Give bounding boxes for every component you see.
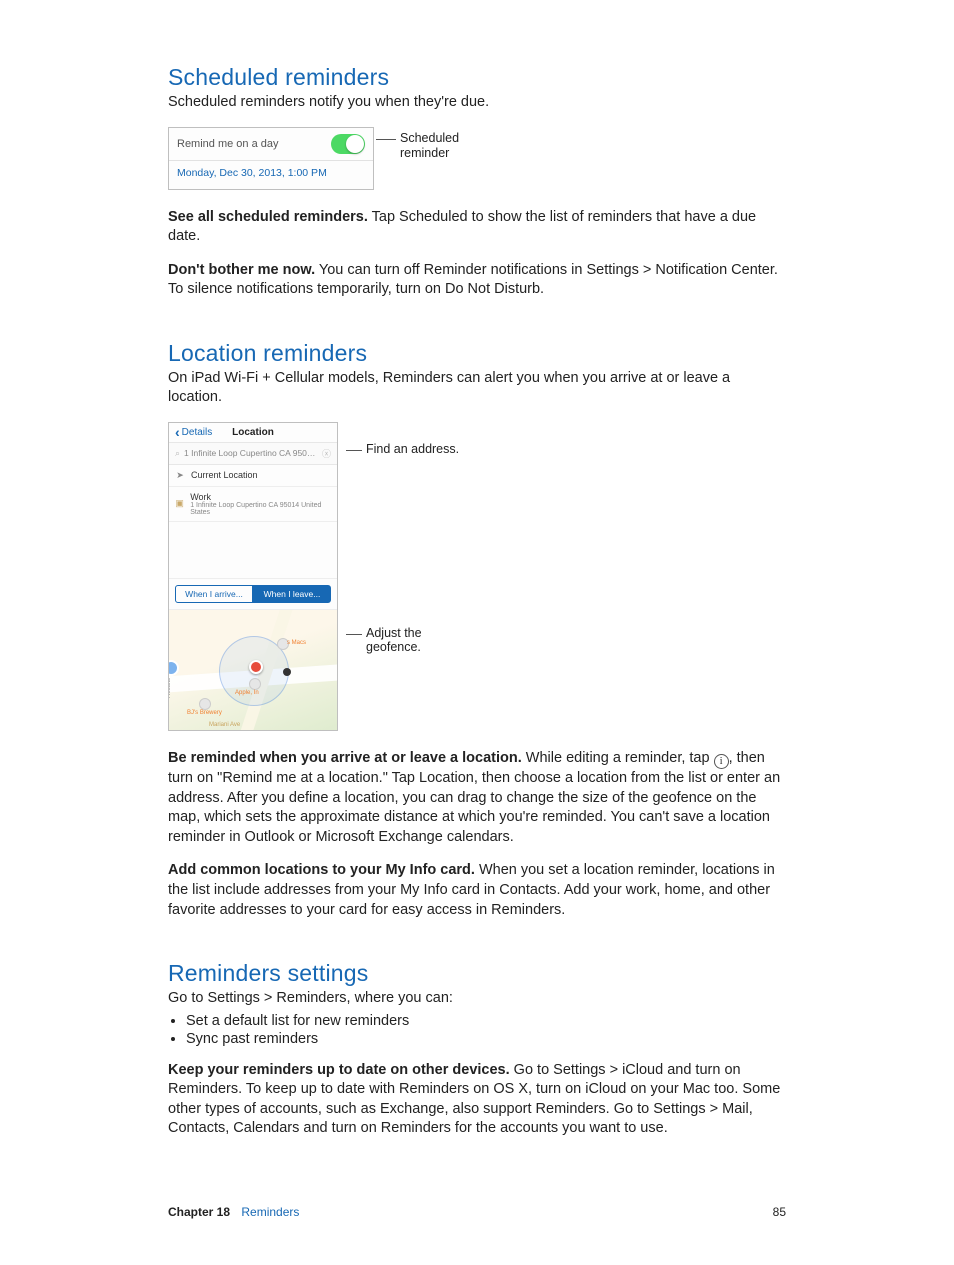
work-location-item[interactable]: ▣ Work 1 Infinite Loop Cupertino CA 9501… — [169, 487, 337, 522]
location-search[interactable]: ⌕ 1 Infinite Loop Cupertino CA 95014... … — [169, 443, 337, 465]
poi-macs-label: s Macs — [287, 640, 306, 646]
reminder-datetime[interactable]: Monday, Dec 30, 2013, 1:00 PM — [169, 161, 373, 189]
callout-adjust-geofence: Adjust the geofence. — [366, 626, 436, 654]
current-location-label: Current Location — [191, 470, 258, 480]
heading-location-reminders: Location reminders — [168, 340, 786, 367]
page-footer: Chapter 18 Reminders 85 — [0, 1205, 954, 1219]
settings-bullet-list: Set a default list for new reminders Syn… — [168, 1013, 786, 1047]
intro-scheduled: Scheduled reminders notify you when they… — [168, 93, 786, 113]
callout-line — [346, 450, 362, 451]
remind-toggle[interactable] — [331, 134, 365, 154]
when-i-arrive-button[interactable]: When I arrive... — [175, 585, 253, 603]
arrive-leave-segment: When I arrive... When I leave... — [169, 579, 337, 610]
para-dont-bother-bold: Don't bother me now. — [168, 262, 315, 278]
scheduled-reminder-widget: Remind me on a day Monday, Dec 30, 2013,… — [168, 127, 374, 190]
user-location-dot — [169, 660, 179, 676]
para-add-common: Add common locations to your My Info car… — [168, 861, 786, 920]
para-be-reminded: Be reminded when you arrive at or leave … — [168, 749, 786, 848]
clear-icon[interactable]: ⓧ — [322, 447, 331, 460]
para-be-reminded-bold: Be reminded when you arrive at or leave … — [168, 750, 522, 766]
footer-chapter-label: Chapter 18 — [168, 1205, 230, 1219]
search-icon: ⌕ — [175, 448, 180, 459]
results-side-label: Results — [169, 678, 172, 698]
search-text: 1 Infinite Loop Cupertino CA 95014... — [184, 448, 318, 458]
para-keep-bold: Keep your reminders up to date on other … — [168, 1062, 510, 1078]
intro-settings: Go to Settings > Reminders, where you ca… — [168, 989, 786, 1009]
heading-reminders-settings: Reminders settings — [168, 960, 786, 987]
heading-scheduled-reminders: Scheduled reminders — [168, 64, 786, 91]
callout-line — [376, 139, 396, 140]
location-arrow-icon: ➤ — [175, 470, 185, 481]
callout-line — [346, 634, 362, 635]
list-item: Sync past reminders — [186, 1031, 786, 1047]
location-widget: ‹ Details Location ⌕ 1 Infinite Loop Cup… — [168, 422, 338, 731]
intro-location: On iPad Wi-Fi + Cellular models, Reminde… — [168, 369, 786, 408]
briefcase-icon: ▣ — [175, 498, 184, 509]
para-keep-uptodate: Keep your reminders up to date on other … — [168, 1061, 786, 1139]
remind-on-day-label: Remind me on a day — [177, 138, 279, 150]
para-see-all: See all scheduled reminders. Tap Schedul… — [168, 208, 786, 247]
poi-bj-label: BJ's Brewery — [187, 710, 222, 716]
callout-scheduled-reminder: Scheduled reminder — [400, 131, 470, 161]
map-pin-icon — [249, 660, 263, 674]
when-i-leave-button[interactable]: When I leave... — [253, 585, 331, 603]
footer-page-number: 85 — [773, 1205, 786, 1219]
poi-dot-apple — [249, 678, 261, 690]
work-label: Work — [190, 492, 331, 502]
callout-find-address: Find an address. — [366, 442, 459, 456]
para-be-reminded-rest1: While editing a reminder, tap — [522, 750, 714, 766]
footer-chapter-name: Reminders — [241, 1205, 299, 1219]
geofence-handle[interactable] — [283, 668, 291, 676]
geofence-map[interactable]: Results s Macs Apple, In BJ's Brewery Ma… — [169, 610, 337, 730]
street-mariani: Mariani Ave — [209, 722, 240, 728]
work-address: 1 Infinite Loop Cupertino CA 95014 Unite… — [190, 502, 331, 516]
para-add-common-bold: Add common locations to your My Info car… — [168, 862, 475, 878]
location-title: Location — [169, 427, 337, 438]
para-dont-bother: Don't bother me now. You can turn off Re… — [168, 261, 786, 300]
info-icon: i — [714, 754, 729, 769]
poi-apple-label: Apple, In — [235, 690, 259, 696]
poi-dot-bj — [199, 698, 211, 710]
para-see-all-bold: See all scheduled reminders. — [168, 209, 368, 225]
list-item: Set a default list for new reminders — [186, 1013, 786, 1029]
current-location-item[interactable]: ➤ Current Location — [169, 465, 337, 487]
blank-area — [169, 522, 337, 579]
